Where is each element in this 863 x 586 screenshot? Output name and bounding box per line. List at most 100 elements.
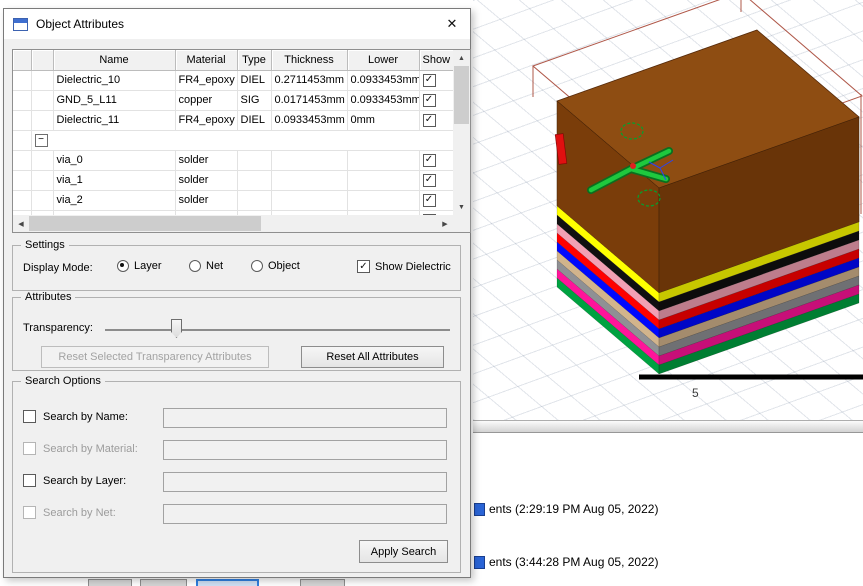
cell-type[interactable]: DIEL <box>237 70 271 90</box>
cell-lower[interactable]: 0mm <box>347 110 419 130</box>
row-selector[interactable] <box>13 70 31 90</box>
taskbar-item[interactable] <box>140 579 187 586</box>
col-header-lower[interactable]: Lower <box>347 50 419 70</box>
group-header-cell[interactable]: − Objects Across Layers <box>31 130 453 150</box>
cell[interactable] <box>271 150 347 170</box>
cell[interactable] <box>347 190 419 210</box>
cell[interactable] <box>31 150 53 170</box>
show-checkbox[interactable]: ✓ <box>423 174 436 187</box>
reset-selected-label: Reset Selected Transparency Attributes <box>58 351 251 363</box>
cell[interactable] <box>237 170 271 190</box>
object-attributes-dialog: Object Attributes ✕ Name Material Type T… <box>3 8 471 578</box>
cell[interactable] <box>31 110 53 130</box>
horizontal-scrollbar[interactable]: ◀ ▶ <box>13 215 453 232</box>
show-checkbox[interactable]: ✓ <box>423 194 436 207</box>
dialog-titlebar[interactable]: Object Attributes ✕ <box>4 9 470 39</box>
col-header-thickness[interactable]: Thickness <box>271 50 347 70</box>
vertical-scroll-thumb[interactable] <box>454 66 469 124</box>
group-row-objects-across-layers[interactable]: − Objects Across Layers <box>13 130 453 150</box>
message-area: ents (2:29:19 PM Aug 05, 2022) ents (3:4… <box>473 434 863 586</box>
search-by-layer-checkbox[interactable] <box>23 474 36 487</box>
row-selector[interactable] <box>13 150 31 170</box>
apply-search-button[interactable]: Apply Search <box>359 540 448 563</box>
radio-layer[interactable]: Layer <box>117 260 162 272</box>
taskbar-item[interactable] <box>88 579 132 586</box>
row-selector[interactable] <box>13 130 31 150</box>
cell-name[interactable]: via_0 <box>53 150 175 170</box>
cell[interactable] <box>31 170 53 190</box>
horizontal-scroll-thumb[interactable] <box>29 216 261 231</box>
col-header-type[interactable]: Type <box>237 50 271 70</box>
show-dielectric-checkbox[interactable]: ✓ Show Dielectric <box>357 260 451 273</box>
cell-type[interactable]: DIEL <box>237 110 271 130</box>
cell-material[interactable]: FR4_epoxy <box>175 110 237 130</box>
row-selector[interactable] <box>13 90 31 110</box>
taskbar-item[interactable] <box>300 579 345 586</box>
cell-thickness[interactable]: 0.0933453mm <box>271 110 347 130</box>
search-by-name-input[interactable] <box>163 408 447 428</box>
transparency-slider-thumb[interactable] <box>171 319 182 338</box>
table-row[interactable]: via_1 solder ✓ <box>13 170 453 190</box>
search-by-name-checkbox[interactable] <box>23 410 36 423</box>
cell-material[interactable]: FR4_epoxy <box>175 70 237 90</box>
scroll-up-icon[interactable]: ▲ <box>453 50 470 66</box>
close-button[interactable]: ✕ <box>434 9 470 39</box>
show-checkbox[interactable]: ✓ <box>423 74 436 87</box>
show-checkbox[interactable]: ✓ <box>423 114 436 127</box>
row-selector[interactable] <box>13 170 31 190</box>
display-mode-label: Display Mode: <box>23 262 93 274</box>
cell-name[interactable]: GND_5_L11 <box>53 90 175 110</box>
table-row[interactable]: Dielectric_10 FR4_epoxy DIEL 0.2711453mm… <box>13 70 453 90</box>
cell-name[interactable]: via_2 <box>53 190 175 210</box>
col-header-material[interactable]: Material <box>175 50 237 70</box>
show-checkbox[interactable]: ✓ <box>423 154 436 167</box>
cell-material[interactable]: copper <box>175 90 237 110</box>
cell[interactable] <box>237 150 271 170</box>
cell[interactable] <box>31 190 53 210</box>
cell[interactable] <box>31 90 53 110</box>
3d-model[interactable] <box>473 0 863 420</box>
cell[interactable] <box>271 170 347 190</box>
table-row[interactable]: Dielectric_11 FR4_epoxy DIEL 0.0933453mm… <box>13 110 453 130</box>
transparency-slider-track[interactable] <box>105 329 450 331</box>
taskbar-item-active[interactable] <box>196 579 259 586</box>
cell-name[interactable]: Dielectric_11 <box>53 110 175 130</box>
cell[interactable] <box>347 170 419 190</box>
col-header-name[interactable]: Name <box>53 50 175 70</box>
cell-lower[interactable]: 0.0933453mm <box>347 90 419 110</box>
settings-legend: Settings <box>21 239 69 251</box>
cell-material[interactable]: solder <box>175 150 237 170</box>
scroll-right-icon[interactable]: ▶ <box>437 215 453 232</box>
window-splitter[interactable] <box>473 420 863 433</box>
cell[interactable] <box>347 150 419 170</box>
vertical-scrollbar[interactable]: ▲ ▼ <box>453 50 470 215</box>
cell-thickness[interactable]: 0.2711453mm <box>271 70 347 90</box>
table-row[interactable]: GND_5_L11 copper SIG 0.0171453mm 0.09334… <box>13 90 453 110</box>
cell[interactable] <box>31 70 53 90</box>
table-row[interactable]: via_0 solder ✓ <box>13 150 453 170</box>
scroll-left-icon[interactable]: ◀ <box>13 215 29 232</box>
cell-lower[interactable]: 0.0933453mm <box>347 70 419 90</box>
cell[interactable] <box>271 190 347 210</box>
cell-material[interactable]: solder <box>175 190 237 210</box>
cell-name[interactable]: Dielectric_10 <box>53 70 175 90</box>
modeler-viewport[interactable]: 5 ents (2:29:19 PM Aug 05, 2022) ents (3… <box>473 0 863 586</box>
radio-object[interactable]: Object <box>251 260 300 272</box>
cell-show: ✓ <box>419 150 453 170</box>
message-row: ents (3:44:28 PM Aug 05, 2022) <box>474 555 658 569</box>
collapse-icon[interactable]: − <box>35 134 48 147</box>
row-selector[interactable] <box>13 110 31 130</box>
cell-name[interactable]: via_1 <box>53 170 175 190</box>
col-header-show[interactable]: Show <box>419 50 453 70</box>
table-row[interactable]: via_2 solder ✓ <box>13 190 453 210</box>
show-checkbox[interactable]: ✓ <box>423 94 436 107</box>
cell-material[interactable]: solder <box>175 170 237 190</box>
radio-net[interactable]: Net <box>189 260 223 272</box>
cell-type[interactable]: SIG <box>237 90 271 110</box>
row-selector[interactable] <box>13 190 31 210</box>
cell-thickness[interactable]: 0.0171453mm <box>271 90 347 110</box>
cell[interactable] <box>237 190 271 210</box>
scroll-down-icon[interactable]: ▼ <box>453 199 470 215</box>
search-by-layer-input[interactable] <box>163 472 447 492</box>
reset-all-attributes-button[interactable]: Reset All Attributes <box>301 346 444 368</box>
